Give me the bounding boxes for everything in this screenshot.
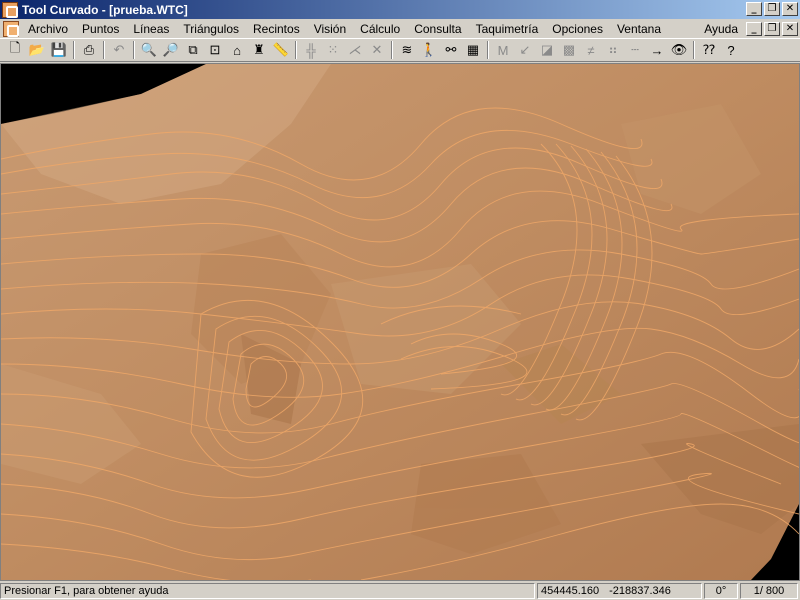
menu-bar: Archivo Puntos Líneas Triángulos Recinto… bbox=[0, 19, 800, 38]
toolbar: 🗋 📂 💾 ⎙ ↶ 🔍 🔎 ⧉ ⊡ ⌂ ♜ 📏 ╬ ⁙ ⋌ ✕ ≋ 🚶 ⚯ ▦ … bbox=[0, 38, 800, 62]
menu-lineas[interactable]: Líneas bbox=[126, 22, 176, 36]
menu-taquimetria[interactable]: Taquimetría bbox=[469, 22, 546, 36]
new-icon[interactable]: 🗋 bbox=[4, 39, 26, 61]
contour-map-canvas[interactable] bbox=[0, 63, 800, 581]
menu-recintos[interactable]: Recintos bbox=[246, 22, 307, 36]
coord-y: -218837.346 bbox=[609, 585, 671, 597]
menu-ventana[interactable]: Ventana bbox=[610, 22, 668, 36]
mesh-icon[interactable]: ▩ bbox=[558, 39, 580, 61]
window-title: Tool Curvado - [prueba.WTC] bbox=[22, 2, 188, 17]
document-icon[interactable] bbox=[3, 20, 19, 37]
status-bar: Presionar F1, para obtener ayuda 454445.… bbox=[0, 582, 800, 600]
arrow-right-icon[interactable]: → bbox=[646, 39, 668, 61]
zoom-in-icon[interactable]: 🔍 bbox=[138, 39, 160, 61]
eye-icon[interactable]: 👁 bbox=[668, 39, 690, 61]
contour-icon[interactable]: ≋ bbox=[396, 39, 418, 61]
status-coordinates: 454445.160 -218837.346 bbox=[537, 583, 702, 599]
restore-button[interactable]: ❐ bbox=[764, 2, 780, 16]
app-icon[interactable] bbox=[2, 1, 18, 18]
status-help-text: Presionar F1, para obtener ayuda bbox=[0, 583, 535, 599]
walker-icon[interactable]: 🚶 bbox=[418, 39, 440, 61]
menu-calculo[interactable]: Cálculo bbox=[353, 22, 407, 36]
point-add-icon[interactable]: ↙ bbox=[514, 39, 536, 61]
terrain-contour-map bbox=[1, 64, 799, 580]
title-bar: Tool Curvado - [prueba.WTC] _ ❐ ✕ bbox=[0, 0, 800, 19]
menu-puntos[interactable]: Puntos bbox=[75, 22, 126, 36]
zoom-window-icon[interactable]: ⧉ bbox=[182, 39, 204, 61]
help-icon[interactable]: ? bbox=[720, 39, 742, 61]
point-edit-icon[interactable]: ◪ bbox=[536, 39, 558, 61]
dash-line-icon[interactable]: ┄ bbox=[624, 39, 646, 61]
label-icon[interactable]: ≠ bbox=[580, 39, 602, 61]
color-map-icon[interactable]: ▦ bbox=[462, 39, 484, 61]
mdi-minimize-button[interactable]: _ bbox=[746, 21, 762, 36]
menu-ayuda[interactable]: Ayuda bbox=[697, 22, 746, 36]
save-icon[interactable]: 💾 bbox=[48, 39, 70, 61]
menu-consulta[interactable]: Consulta bbox=[407, 22, 468, 36]
mdi-caption-buttons: _ ❐ ✕ bbox=[746, 21, 798, 36]
point-pair-icon[interactable]: ⠶ bbox=[602, 39, 624, 61]
triangle-icon[interactable]: ⋌ bbox=[344, 39, 366, 61]
cross-icon[interactable]: ✕ bbox=[366, 39, 388, 61]
mdi-close-button[interactable]: ✕ bbox=[782, 21, 798, 36]
context-help-icon[interactable]: ⁇ bbox=[698, 39, 720, 61]
coord-x: 454445.160 bbox=[541, 585, 600, 597]
menu-archivo[interactable]: Archivo bbox=[21, 22, 75, 36]
print-icon[interactable]: ⎙ bbox=[78, 39, 100, 61]
caption-buttons: _ ❐ ✕ bbox=[746, 2, 798, 16]
zoom-out-icon[interactable]: 🔎 bbox=[160, 39, 182, 61]
grid-icon[interactable]: ╬ bbox=[300, 39, 322, 61]
menu-opciones[interactable]: Opciones bbox=[545, 22, 610, 36]
menu-triangulos[interactable]: Triángulos bbox=[176, 22, 246, 36]
measure-icon[interactable]: 📏 bbox=[270, 39, 292, 61]
status-scale: 1/ 800 bbox=[740, 583, 798, 599]
dot-grid-icon[interactable]: ⁙ bbox=[322, 39, 344, 61]
undo-icon[interactable]: ↶ bbox=[108, 39, 130, 61]
menu-vision[interactable]: Visión bbox=[307, 22, 353, 36]
zoom-extents-icon[interactable]: ⊡ bbox=[204, 39, 226, 61]
binoculars-icon[interactable]: ⚯ bbox=[440, 39, 462, 61]
house-icon[interactable]: ⌂ bbox=[226, 39, 248, 61]
minimize-button[interactable]: _ bbox=[746, 2, 762, 16]
mdi-restore-button[interactable]: ❐ bbox=[764, 21, 780, 36]
status-angle: 0° bbox=[704, 583, 738, 599]
m-icon[interactable]: M bbox=[492, 39, 514, 61]
open-icon[interactable]: 📂 bbox=[26, 39, 48, 61]
brush-icon[interactable]: ♜ bbox=[248, 39, 270, 61]
app-window: Tool Curvado - [prueba.WTC] _ ❐ ✕ Archiv… bbox=[0, 0, 800, 600]
close-button[interactable]: ✕ bbox=[782, 2, 798, 16]
